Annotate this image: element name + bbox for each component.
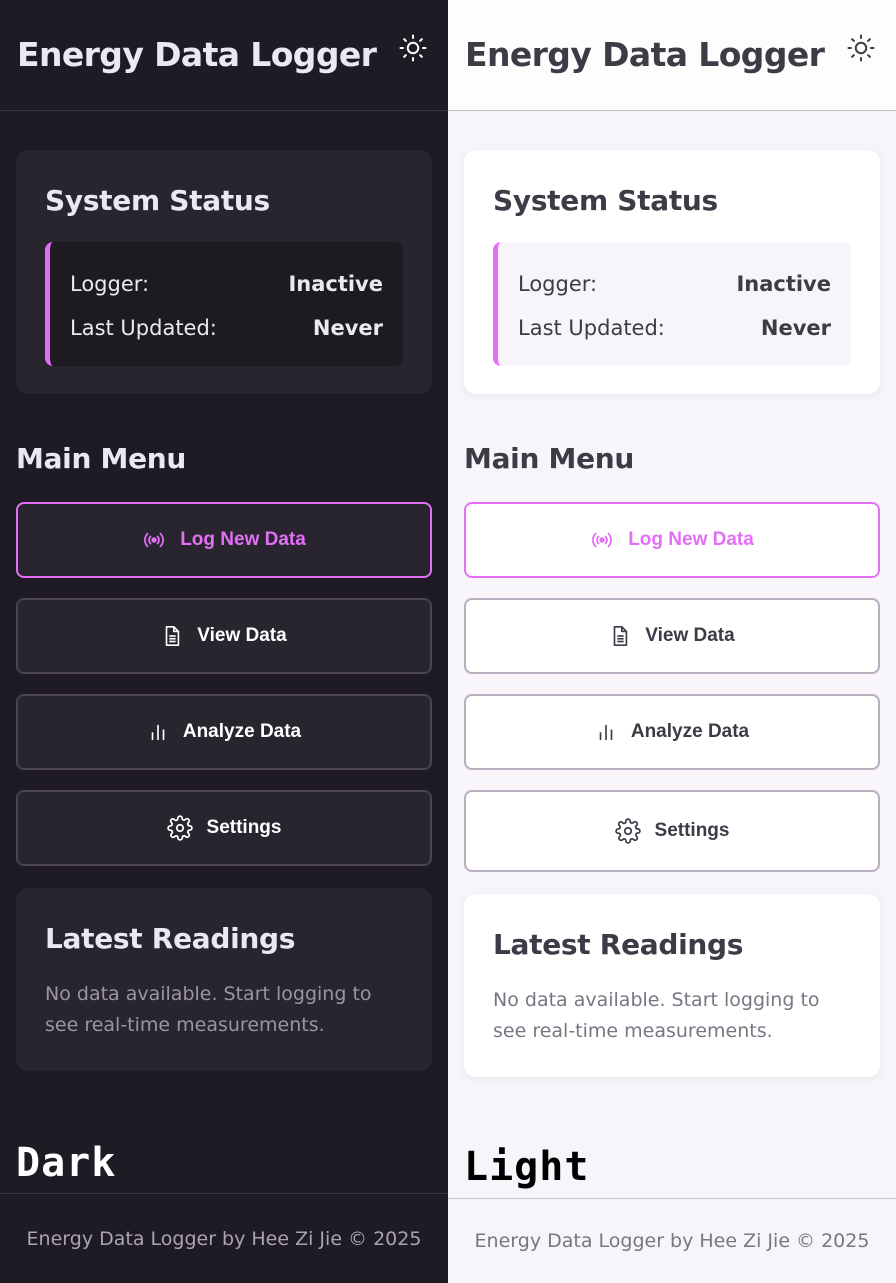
section-title: Main Menu — [464, 442, 635, 475]
status-row-logger: Logger: Inactive — [70, 262, 383, 306]
button-label: Log New Data — [628, 529, 754, 550]
status-value: Inactive — [736, 272, 831, 296]
button-label: Settings — [206, 817, 282, 838]
card-title: System Status — [45, 184, 270, 217]
empty-state-text: No data available. Start logging to see … — [45, 983, 372, 1036]
broadcast-icon — [590, 528, 614, 552]
sun-icon — [847, 34, 875, 62]
app-title: Energy Data Logger — [465, 34, 825, 74]
status-label: Last Updated: — [518, 316, 665, 340]
analyze-data-button[interactable]: Analyze Data — [16, 694, 432, 770]
status-row-logger: Logger: Inactive — [518, 262, 831, 306]
status-value: Never — [760, 316, 831, 340]
section-title: Main Menu — [16, 442, 187, 475]
broadcast-icon — [142, 528, 166, 552]
dark-theme-panel: Energy Data Logger System Status Logger:… — [0, 0, 448, 1283]
button-label: Settings — [654, 820, 730, 841]
log-new-data-button[interactable]: Log New Data — [16, 502, 432, 578]
system-status-card: System Status Logger: Inactive Last Upda… — [16, 150, 432, 394]
bar-chart-icon — [595, 720, 617, 744]
status-value: Never — [312, 316, 383, 340]
settings-button[interactable]: Settings — [16, 790, 432, 866]
button-label: Analyze Data — [630, 721, 750, 742]
gear-icon — [166, 815, 193, 841]
header: Energy Data Logger — [0, 0, 448, 111]
theme-toggle-button[interactable] — [844, 31, 878, 65]
theme-mode-label: Dark — [16, 1140, 117, 1186]
empty-state-text: No data available. Start logging to see … — [493, 989, 820, 1042]
document-icon — [609, 624, 631, 648]
gear-icon — [614, 818, 641, 844]
bar-chart-icon — [147, 720, 169, 744]
light-theme-panel: Energy Data Logger System Status Logger:… — [448, 0, 896, 1283]
document-icon — [161, 624, 183, 648]
status-label: Logger: — [70, 272, 150, 296]
main-menu: Log New Data View Data Analyze Data Sett… — [464, 502, 880, 872]
status-box: Logger: Inactive Last Updated: Never — [45, 242, 403, 366]
latest-readings-card: Latest Readings No data available. Start… — [16, 888, 432, 1071]
view-data-button[interactable]: View Data — [464, 598, 880, 674]
system-status-card: System Status Logger: Inactive Last Upda… — [464, 150, 880, 394]
analyze-data-button[interactable]: Analyze Data — [464, 694, 880, 770]
footer: Energy Data Logger by Hee Zi Jie © 2025 — [0, 1193, 448, 1283]
status-row-last-updated: Last Updated: Never — [518, 306, 831, 350]
theme-mode-label: Light — [464, 1144, 590, 1190]
sun-icon — [399, 34, 427, 62]
app-title: Energy Data Logger — [17, 34, 377, 74]
card-title: System Status — [493, 184, 718, 217]
status-row-last-updated: Last Updated: Never — [70, 306, 383, 350]
theme-toggle-button[interactable] — [396, 31, 430, 65]
card-title: Latest Readings — [45, 922, 296, 955]
button-label: View Data — [197, 625, 287, 646]
footer: Energy Data Logger by Hee Zi Jie © 2025 — [448, 1198, 896, 1283]
log-new-data-button[interactable]: Log New Data — [464, 502, 880, 578]
status-label: Last Updated: — [70, 316, 217, 340]
button-label: View Data — [645, 625, 735, 646]
card-title: Latest Readings — [493, 928, 744, 961]
main-menu: Log New Data View Data Analyze Data Sett… — [16, 502, 432, 866]
view-data-button[interactable]: View Data — [16, 598, 432, 674]
status-value: Inactive — [288, 272, 383, 296]
status-label: Logger: — [518, 272, 598, 296]
status-box: Logger: Inactive Last Updated: Never — [493, 242, 851, 366]
button-label: Analyze Data — [182, 721, 302, 742]
latest-readings-card: Latest Readings No data available. Start… — [464, 894, 880, 1077]
header: Energy Data Logger — [448, 0, 896, 111]
button-label: Log New Data — [180, 529, 306, 550]
settings-button[interactable]: Settings — [464, 790, 880, 872]
